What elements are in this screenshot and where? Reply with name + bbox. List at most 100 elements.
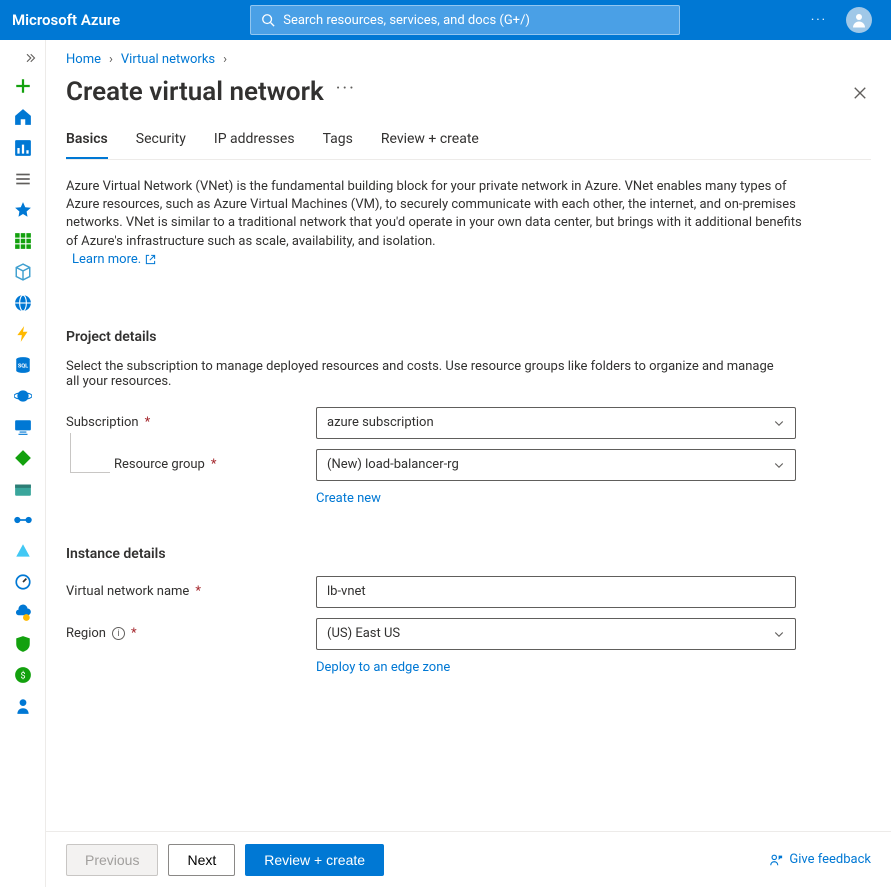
rail-expand-toggle[interactable] — [0, 46, 46, 70]
vnet-name-label: Virtual network name* — [66, 584, 316, 599]
diamond-icon — [14, 449, 32, 467]
chevron-right-icon: › — [223, 52, 227, 67]
rail-function-apps[interactable] — [0, 318, 46, 349]
search-icon — [261, 13, 275, 27]
avatar — [846, 7, 872, 33]
rail-monitor[interactable] — [0, 566, 46, 597]
tab-tags[interactable]: Tags — [323, 131, 353, 159]
storage-icon — [14, 480, 32, 498]
cost-icon: $ — [14, 666, 32, 684]
main-panel: Home › Virtual networks › Create virtual… — [46, 40, 891, 887]
cloud-gear-icon — [14, 604, 32, 622]
region-dropdown[interactable]: (US) East US — [316, 618, 796, 650]
give-feedback-link[interactable]: Give feedback — [769, 852, 871, 867]
resource-group-value: (New) load-balancer-rg — [327, 457, 459, 472]
tab-review-create[interactable]: Review + create — [381, 131, 479, 159]
rail-load-balancers[interactable] — [0, 442, 46, 473]
network-icon — [14, 511, 32, 529]
subscription-value: azure subscription — [327, 415, 434, 430]
monitor-icon — [14, 418, 32, 436]
region-value: (US) East US — [327, 626, 400, 641]
rail-dashboard[interactable] — [0, 132, 46, 163]
svg-text:SQL: SQL — [17, 363, 27, 369]
region-label: Region i * — [66, 626, 316, 641]
svg-text:$: $ — [20, 670, 25, 681]
rail-sql-databases[interactable]: SQL — [0, 349, 46, 380]
support-person-icon — [14, 697, 32, 715]
info-icon[interactable]: i — [112, 627, 125, 640]
indent-bracket-icon — [70, 433, 110, 473]
rail-resource-groups[interactable] — [0, 256, 46, 287]
learn-more-link[interactable]: Learn more. — [72, 251, 156, 269]
database-icon: SQL — [14, 356, 32, 374]
rail-create-resource[interactable] — [0, 70, 46, 101]
planet-icon — [14, 387, 32, 405]
home-icon — [14, 108, 32, 126]
rail-virtual-machines[interactable] — [0, 411, 46, 442]
next-button[interactable]: Next — [168, 844, 235, 876]
rail-azure-ad[interactable] — [0, 535, 46, 566]
rail-help-support[interactable] — [0, 690, 46, 721]
title-more-button[interactable]: ··· — [336, 78, 356, 107]
project-details-heading: Project details — [66, 329, 871, 345]
list-icon — [14, 170, 32, 188]
subscription-dropdown[interactable]: azure subscription — [316, 407, 796, 439]
previous-button: Previous — [66, 844, 158, 876]
resource-group-dropdown[interactable]: (New) load-balancer-rg — [316, 449, 796, 481]
chevron-down-icon — [773, 417, 785, 429]
project-details-desc: Select the subscription to manage deploy… — [66, 359, 786, 389]
rail-favorites[interactable] — [0, 194, 46, 225]
rail-advisor[interactable] — [0, 597, 46, 628]
rail-virtual-networks[interactable] — [0, 504, 46, 535]
chevron-down-icon — [773, 459, 785, 471]
ellipsis-icon: ··· — [811, 13, 827, 28]
grid-icon — [14, 232, 32, 250]
brand-logo[interactable]: Microsoft Azure — [12, 11, 240, 29]
chevron-right-icon: › — [109, 52, 113, 67]
close-button[interactable] — [853, 86, 867, 104]
vnet-name-value: lb-vnet — [327, 584, 366, 599]
rail-app-services[interactable] — [0, 287, 46, 318]
star-icon — [14, 201, 32, 219]
cube-outline-icon — [14, 263, 32, 281]
tab-strip: Basics Security IP addresses Tags Review… — [66, 131, 871, 160]
gauge-icon — [14, 573, 32, 591]
account-button[interactable] — [839, 0, 879, 40]
rail-home[interactable] — [0, 101, 46, 132]
review-create-button[interactable]: Review + create — [245, 844, 384, 876]
rail-defender[interactable] — [0, 628, 46, 659]
external-link-icon — [145, 254, 156, 265]
chevron-right-double-icon — [24, 52, 36, 64]
breadcrumb-virtual-networks[interactable]: Virtual networks — [121, 52, 215, 67]
tab-security[interactable]: Security — [136, 131, 186, 159]
intro-text: Azure Virtual Network (VNet) is the fund… — [66, 178, 806, 309]
subscription-label: Subscription* — [66, 415, 316, 430]
tab-ip-addresses[interactable]: IP addresses — [214, 131, 295, 159]
left-nav-rail: SQL $ — [0, 40, 46, 887]
search-placeholder: Search resources, services, and docs (G+… — [283, 13, 530, 28]
lightning-icon — [14, 325, 32, 343]
deploy-edge-zone-link[interactable]: Deploy to an edge zone — [316, 660, 871, 675]
feedback-person-icon — [769, 853, 783, 867]
create-new-rg-link[interactable]: Create new — [316, 491, 871, 506]
page-title: Create virtual network — [66, 77, 324, 107]
vnet-name-input[interactable]: lb-vnet — [316, 576, 796, 608]
rail-storage-accounts[interactable] — [0, 473, 46, 504]
rail-cosmos-db[interactable] — [0, 380, 46, 411]
rail-cost-management[interactable]: $ — [0, 659, 46, 690]
rail-all-services[interactable] — [0, 163, 46, 194]
rail-all-resources[interactable] — [0, 225, 46, 256]
chevron-down-icon — [773, 628, 785, 640]
shield-icon — [14, 635, 32, 653]
breadcrumb-home[interactable]: Home — [66, 52, 101, 67]
pyramid-icon — [14, 542, 32, 560]
breadcrumb: Home › Virtual networks › — [66, 52, 871, 67]
topbar-more-button[interactable]: ··· — [799, 0, 839, 40]
global-search[interactable]: Search resources, services, and docs (G+… — [250, 5, 680, 35]
instance-details-heading: Instance details — [66, 546, 871, 562]
wizard-footer: Previous Next Review + create Give feedb… — [46, 831, 891, 887]
topbar: Microsoft Azure Search resources, servic… — [0, 0, 891, 40]
globe-icon — [14, 294, 32, 312]
tab-basics[interactable]: Basics — [66, 131, 108, 159]
plus-icon — [14, 77, 32, 95]
